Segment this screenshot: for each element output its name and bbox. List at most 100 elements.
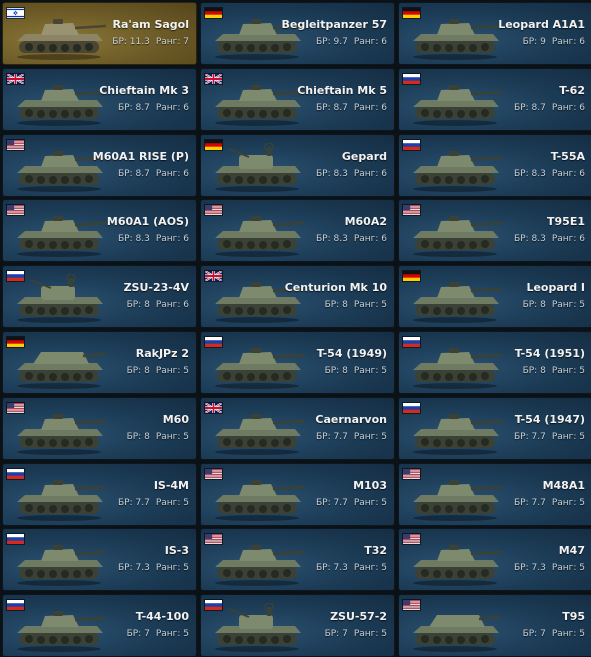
vehicle-card-t95[interactable]: T95 БР: 7 Ранг: 5 [398,594,591,657]
uk-flag-icon [204,72,223,85]
battle-rating: БР: 8.7 [118,102,150,113]
vehicle-stats: БР: 8.7 Ранг: 6 [514,103,585,113]
vehicle-card-rakjpz-2[interactable]: RakJPz 2 БР: 8 Ранг: 5 [2,330,197,394]
vehicle-card-t-54-1951[interactable]: T-54 (1951) БР: 8 Ранг: 5 [398,330,591,394]
vehicle-card-t-62[interactable]: T-62 БР: 8.7 Ранг: 6 [398,67,591,131]
vehicle-stats: БР: 11.3 Ранг: 7 [112,37,189,47]
uk-flag-icon [6,72,25,85]
battle-rating: БР: 8.3 [118,234,150,245]
tank-icon [407,11,503,63]
rank: Ранг: 5 [155,563,189,574]
vehicle-stats: БР: 8 Ранг: 5 [325,366,387,376]
rank: Ранг: 6 [353,168,387,179]
ussr-flag-icon [6,599,25,612]
battle-rating: БР: 11.3 [112,37,150,47]
ussr-flag-icon [402,72,421,85]
vehicle-card-caernarvon[interactable]: Caernarvon БР: 7.7 Ранг: 5 [200,396,395,460]
tank-icon [407,208,503,260]
vehicle-stats: БР: 7.7 Ранг: 5 [316,498,387,508]
vehicle-card-t95e1[interactable]: T95E1 БР: 8.3 Ранг: 6 [398,199,591,263]
rank: Ранг: 5 [353,563,387,574]
vehicle-card-m60a1-rise-p[interactable]: M60A1 RISE (P) БР: 8.7 Ранг: 6 [2,133,197,197]
vehicle-card-t-54-1947[interactable]: T-54 (1947) БР: 7.7 Ранг: 5 [398,396,591,460]
rank: Ранг: 6 [353,37,387,47]
vehicle-card-t-44-100[interactable]: T-44-100 БР: 7 Ранг: 5 [2,594,197,657]
tank-icon [407,274,503,326]
tank-icon [407,472,503,524]
vehicle-card-m48a1[interactable]: M48A1 БР: 7.7 Ранг: 5 [398,462,591,526]
tank-icon [11,77,107,129]
rank: Ранг: 5 [155,431,189,442]
vehicle-card-m47[interactable]: M47 БР: 7.3 Ранг: 5 [398,528,591,592]
battle-rating: БР: 7.3 [514,563,546,574]
vehicle-card-gepard[interactable]: Gepard БР: 8.3 Ранг: 6 [200,133,395,197]
tank-icon [209,537,305,589]
battle-rating: БР: 7.3 [118,563,150,574]
vehicle-card-chieftain-mk-3[interactable]: Chieftain Mk 3 БР: 8.7 Ранг: 6 [2,67,197,131]
battle-rating: БР: 8.3 [514,168,546,179]
vehicle-name: T-54 (1951) [514,346,585,360]
rank: Ранг: 6 [551,102,585,113]
battle-rating: БР: 9 [522,37,546,47]
vehicle-card-zsu-57-2[interactable]: ZSU-57-2 БР: 7 Ранг: 5 [200,594,395,657]
germany-flag-icon [204,7,223,19]
battle-rating: БР: 7 [324,629,348,640]
vehicle-card-m60[interactable]: M60 БР: 8 Ранг: 5 [2,396,197,460]
battle-rating: БР: 8 [522,300,546,311]
germany-flag-icon [6,335,25,348]
battle-rating: БР: 9.7 [316,37,348,47]
usa-flag-icon [204,467,223,480]
vehicle-name: T95E1 [547,215,585,229]
vehicle-name: ZSU-23-4V [123,281,189,295]
vehicle-card-is-3[interactable]: IS-3 БР: 7.3 Ранг: 5 [2,528,197,592]
vehicle-stats: БР: 8.7 Ранг: 6 [118,103,189,113]
vehicle-card-zsu-23-4v[interactable]: ZSU-23-4V БР: 8 Ранг: 6 [2,265,197,329]
vehicle-card-ra-am-sagol[interactable]: Ra'am Sagol БР: 11.3 Ранг: 7 [2,2,197,65]
vehicle-card-m103[interactable]: M103 БР: 7.7 Ранг: 5 [200,462,395,526]
tank-icon [407,143,503,195]
battle-rating: БР: 7.7 [316,497,348,508]
battle-rating: БР: 7.7 [514,431,546,442]
rank: Ранг: 5 [551,629,585,640]
germany-flag-icon [402,7,421,19]
tank-icon [11,208,107,260]
uk-flag-icon [204,401,223,414]
ussr-flag-icon [204,599,223,612]
vehicle-stats: БР: 8.7 Ранг: 6 [118,169,189,179]
vehicle-card-m60a1-aos[interactable]: M60A1 (AOS) БР: 8.3 Ранг: 6 [2,199,197,263]
vehicle-card-t-55a[interactable]: T-55A БР: 8.3 Ранг: 6 [398,133,591,197]
vehicle-card-m60a2[interactable]: M60A2 БР: 8.3 Ранг: 6 [200,199,395,263]
battle-rating: БР: 8.3 [514,234,546,245]
vehicle-stats: БР: 8.3 Ранг: 6 [514,234,585,244]
battle-rating: БР: 8.7 [316,102,348,113]
battle-rating: БР: 7.7 [514,497,546,508]
tank-icon [407,537,503,589]
usa-flag-icon [402,467,421,480]
tank-icon [407,340,503,392]
vehicle-card-centurion-mk-10[interactable]: Centurion Mk 10 БР: 8 Ранг: 5 [200,265,395,329]
vehicle-card-begleitpanzer-57[interactable]: Begleitpanzer 57 БР: 9.7 Ранг: 6 [200,2,395,65]
battle-rating: БР: 7 [522,629,546,640]
tank-icon [209,406,305,458]
spaa-icon [11,274,107,326]
battle-rating: БР: 8.3 [316,234,348,245]
ussr-flag-icon [6,270,25,283]
rank: Ранг: 6 [155,168,189,179]
tank-icon [407,77,503,129]
vehicle-stats: БР: 7.3 Ранг: 5 [316,563,387,573]
tank-icon [11,11,107,63]
battle-rating: БР: 8.7 [514,102,546,113]
vehicle-card-chieftain-mk-5[interactable]: Chieftain Mk 5 БР: 8.7 Ранг: 6 [200,67,395,131]
vehicle-stats: БР: 7.7 Ранг: 5 [514,498,585,508]
rank: Ранг: 5 [353,497,387,508]
vehicle-card-t32[interactable]: T32 БР: 7.3 Ранг: 5 [200,528,395,592]
vehicle-card-is-4m[interactable]: IS-4M БР: 7.7 Ранг: 5 [2,462,197,526]
battle-rating: БР: 7 [126,629,150,640]
vehicle-name: Chieftain Mk 5 [297,83,387,97]
battle-rating: БР: 7.7 [118,497,150,508]
tank-icon [11,472,107,524]
vehicle-card-leopard-i[interactable]: Leopard I БР: 8 Ранг: 5 [398,265,591,329]
vehicle-name: Leopard A1A1 [498,18,585,31]
vehicle-card-leopard-a1a1[interactable]: Leopard A1A1 БР: 9 Ранг: 6 [398,2,591,65]
vehicle-card-t-54-1949[interactable]: T-54 (1949) БР: 8 Ранг: 5 [200,330,395,394]
